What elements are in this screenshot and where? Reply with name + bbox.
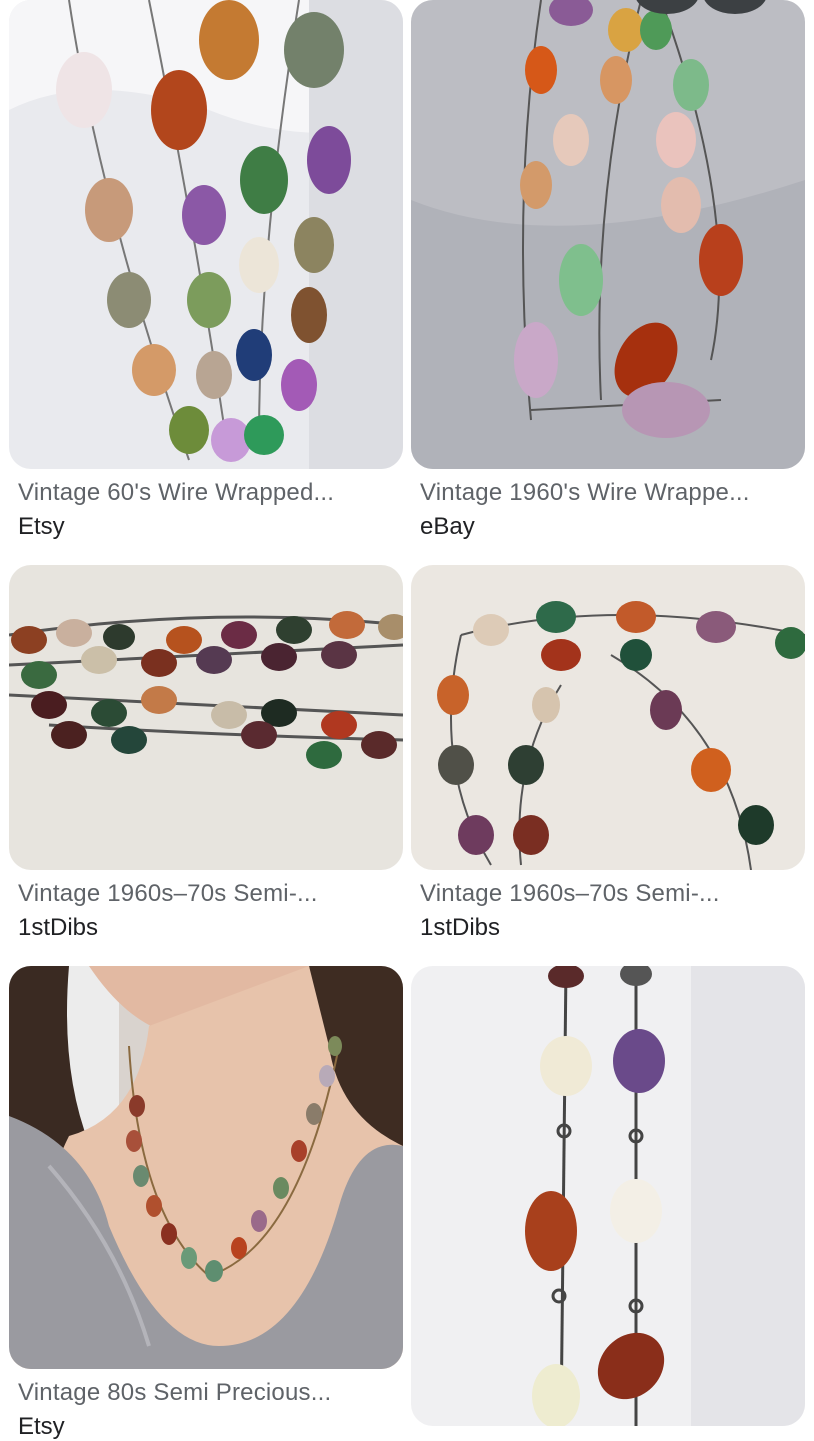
necklace-image	[9, 966, 403, 1369]
result-source: eBay	[420, 513, 475, 540]
result-image[interactable]	[411, 966, 805, 1426]
result-card[interactable]: Vintage 1960's Wire Wrappe... eBay	[411, 0, 805, 541]
necklace-image	[9, 0, 403, 469]
result-card[interactable]: Vintage 1960s–70s Semi-... 1stDibs	[9, 565, 403, 942]
result-title[interactable]: Vintage 1960s–70s Semi-...	[420, 880, 796, 908]
result-title[interactable]: Vintage 1960's Wire Wrappe...	[420, 479, 796, 507]
result-image[interactable]	[9, 966, 403, 1369]
result-title[interactable]: Vintage 60's Wire Wrapped...	[18, 479, 394, 507]
result-card[interactable]: Vintage 80s Semi Precious... Etsy	[9, 966, 403, 1441]
result-title[interactable]: Vintage 80s Semi Precious...	[18, 1379, 394, 1407]
necklace-image	[411, 565, 805, 870]
result-image[interactable]	[9, 565, 403, 870]
result-title[interactable]: Vintage 1960s–70s Semi-...	[18, 880, 394, 908]
necklace-image	[411, 0, 805, 469]
result-card[interactable]: Vintage 60's Wire Wrapped... Etsy	[9, 0, 403, 541]
necklace-image	[411, 966, 805, 1426]
result-source: 1stDibs	[18, 914, 99, 941]
result-image[interactable]	[411, 565, 805, 870]
necklace-image	[9, 565, 403, 870]
result-image[interactable]	[9, 0, 403, 469]
result-source: Etsy	[18, 1413, 65, 1440]
result-image[interactable]	[411, 0, 805, 469]
result-card[interactable]	[411, 966, 805, 1426]
result-source: Etsy	[18, 513, 65, 540]
result-source: 1stDibs	[420, 914, 501, 941]
result-card[interactable]: Vintage 1960s–70s Semi-... 1stDibs	[411, 565, 805, 942]
